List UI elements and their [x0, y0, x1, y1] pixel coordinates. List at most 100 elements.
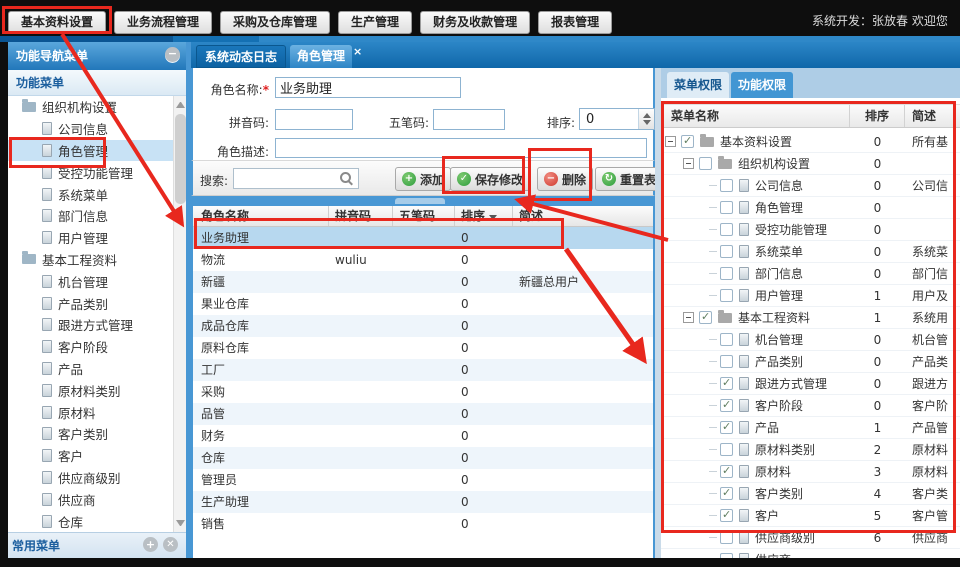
permission-row-8[interactable]: 基本工程资料1系统用	[661, 307, 960, 329]
role-row-6[interactable]: 工厂0	[193, 359, 653, 381]
column-header-menu-name[interactable]: 菜单名称	[661, 105, 850, 127]
top-menu-item-3[interactable]: 生产管理	[338, 11, 412, 34]
permission-checkbox[interactable]	[699, 311, 712, 324]
top-menu-item-0[interactable]: 基本资料设置	[8, 11, 106, 34]
collapse-expander-icon[interactable]	[683, 158, 694, 169]
tab-system-log[interactable]: 系统动态日志	[196, 45, 286, 68]
permission-row-17[interactable]: 客户5客户管	[661, 505, 960, 527]
search-input[interactable]	[234, 169, 340, 188]
sidebar-item-11[interactable]: 客户阶段	[8, 336, 173, 358]
permission-row-10[interactable]: 产品类别0产品类	[661, 351, 960, 373]
sidebar-item-16[interactable]: 客户	[8, 445, 173, 467]
sidebar-item-12[interactable]: 产品	[8, 358, 173, 380]
permission-row-7[interactable]: 用户管理1用户及	[661, 285, 960, 307]
role-row-3[interactable]: 果业仓库0	[193, 293, 653, 315]
sidebar-item-15[interactable]: 客户类别	[8, 423, 173, 445]
tab-function-permissions[interactable]: 功能权限	[731, 72, 793, 98]
scrollbar-thumb[interactable]	[175, 114, 186, 204]
add-button[interactable]: +添加	[395, 167, 451, 191]
top-menu-item-4[interactable]: 财务及收款管理	[420, 11, 530, 34]
permission-checkbox[interactable]	[720, 223, 733, 236]
sidebar-item-3[interactable]: 受控功能管理	[8, 161, 173, 183]
permission-row-13[interactable]: 产品1产品管	[661, 417, 960, 439]
permission-checkbox[interactable]	[720, 487, 733, 500]
collapse-expander-icon[interactable]	[665, 136, 676, 147]
permission-checkbox[interactable]	[720, 531, 733, 544]
permission-row-2[interactable]: 公司信息0公司信	[661, 175, 960, 197]
permission-checkbox[interactable]	[720, 355, 733, 368]
sidebar-item-18[interactable]: 供应商	[8, 488, 173, 510]
permission-row-18[interactable]: 供应商级别6供应商	[661, 527, 960, 549]
scroll-down-icon[interactable]	[176, 520, 185, 526]
column-header-menu-sort[interactable]: 排序	[850, 105, 905, 127]
sidebar-item-2[interactable]: 角色管理	[8, 140, 173, 162]
role-row-7[interactable]: 采购0	[193, 381, 653, 403]
role-row-10[interactable]: 仓库0	[193, 447, 653, 469]
sidebar-item-13[interactable]: 原材料类别	[8, 379, 173, 401]
permission-row-16[interactable]: 客户类别4客户类	[661, 483, 960, 505]
permission-row-4[interactable]: 受控功能管理0	[661, 219, 960, 241]
sidebar-item-4[interactable]: 系统菜单	[8, 183, 173, 205]
spinner-up-icon[interactable]	[643, 113, 651, 118]
permission-checkbox[interactable]	[720, 267, 733, 280]
role-row-8[interactable]: 品管0	[193, 403, 653, 425]
role-row-0[interactable]: 业务助理0	[193, 227, 653, 249]
column-header-wubi[interactable]: 五笔码	[393, 206, 455, 226]
permission-checkbox[interactable]	[720, 289, 733, 302]
tab-close-icon[interactable]: ×	[353, 45, 362, 58]
horizontal-splitter[interactable]	[191, 196, 655, 206]
collapse-handle[interactable]	[395, 198, 445, 204]
scroll-up-icon[interactable]	[176, 102, 185, 108]
role-row-2[interactable]: 新疆0新疆总用户	[193, 271, 653, 293]
tab-menu-permissions[interactable]: 菜单权限	[667, 72, 729, 98]
permission-row-0[interactable]: 基本资料设置0所有基	[661, 131, 960, 153]
collapse-expander-icon[interactable]	[683, 312, 694, 323]
pinyin-input[interactable]	[275, 109, 353, 130]
permission-checkbox[interactable]	[720, 443, 733, 456]
permission-checkbox[interactable]	[720, 509, 733, 522]
role-row-12[interactable]: 生产助理0	[193, 491, 653, 513]
permission-checkbox[interactable]	[720, 201, 733, 214]
sidebar-item-19[interactable]: 仓库	[8, 510, 173, 532]
permission-checkbox[interactable]	[699, 157, 712, 170]
collapse-all-icon[interactable]: −	[165, 47, 180, 62]
delete-button[interactable]: −删除	[537, 167, 593, 191]
permission-row-12[interactable]: 客户阶段0客户阶	[661, 395, 960, 417]
search-icon[interactable]	[340, 172, 354, 186]
remove-favorite-icon[interactable]: ✕	[163, 537, 178, 552]
permission-checkbox[interactable]	[681, 135, 694, 148]
role-desc-input[interactable]	[275, 138, 647, 158]
sidebar-item-8[interactable]: 机台管理	[8, 270, 173, 292]
sidebar-item-17[interactable]: 供应商级别	[8, 467, 173, 489]
column-header-pinyin[interactable]: 拼音码	[329, 206, 393, 226]
permission-row-5[interactable]: 系统菜单0系统菜	[661, 241, 960, 263]
permission-checkbox[interactable]	[720, 421, 733, 434]
role-row-9[interactable]: 财务0	[193, 425, 653, 447]
sidebar-item-10[interactable]: 跟进方式管理	[8, 314, 173, 336]
permission-checkbox[interactable]	[720, 179, 733, 192]
permission-row-3[interactable]: 角色管理0	[661, 197, 960, 219]
role-row-1[interactable]: 物流wuliu0	[193, 249, 653, 271]
column-header-desc[interactable]: 简述	[513, 206, 653, 226]
top-menu-item-1[interactable]: 业务流程管理	[114, 11, 212, 34]
save-button[interactable]: ✓保存修改	[450, 167, 530, 191]
sidebar-item-7[interactable]: 基本工程资料	[8, 249, 173, 271]
column-header-menu-desc[interactable]: 简述	[905, 105, 960, 127]
sidebar-item-14[interactable]: 原材料	[8, 401, 173, 423]
role-row-11[interactable]: 管理员0	[193, 469, 653, 491]
permission-checkbox[interactable]	[720, 553, 733, 558]
permission-row-15[interactable]: 原材料3原材料	[661, 461, 960, 483]
role-row-13[interactable]: 销售0	[193, 513, 653, 535]
tab-role-management[interactable]: 角色管理	[290, 45, 352, 68]
spinner-down-icon[interactable]	[643, 120, 651, 125]
permission-checkbox[interactable]	[720, 399, 733, 412]
top-menu-item-5[interactable]: 报表管理	[538, 11, 612, 34]
permission-row-19[interactable]: 供应商	[661, 549, 960, 558]
top-menu-item-2[interactable]: 采购及仓库管理	[220, 11, 330, 34]
column-header-sort[interactable]: 排序	[455, 206, 513, 226]
add-favorite-icon[interactable]: +	[143, 537, 158, 552]
permission-checkbox[interactable]	[720, 333, 733, 346]
spinner-buttons[interactable]	[638, 109, 654, 129]
sort-spinner[interactable]: 0	[579, 108, 655, 130]
sidebar-scrollbar[interactable]	[173, 96, 186, 532]
